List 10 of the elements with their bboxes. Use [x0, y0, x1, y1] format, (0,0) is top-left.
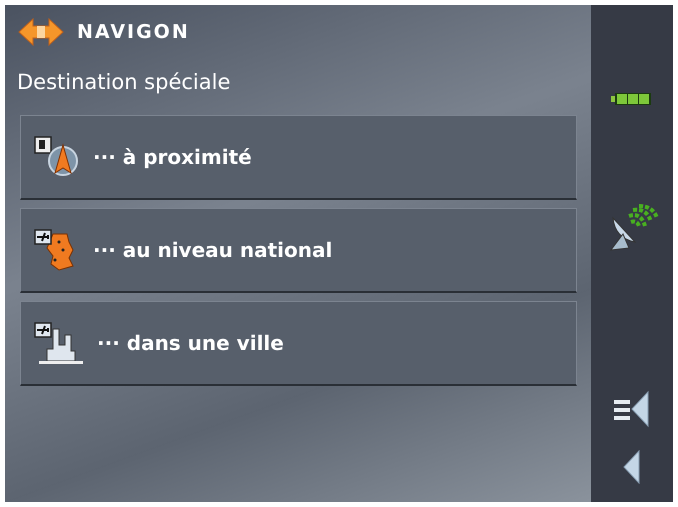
diamond-arrows-logo-icon [17, 17, 65, 47]
menu-item[interactable]: ··· au niveau national [20, 208, 577, 292]
battery-icon [611, 92, 653, 106]
brand-name: NAVIGON [77, 20, 190, 45]
plane-city-icon [33, 320, 85, 364]
page-title: Destination spéciale [16, 69, 232, 96]
menu-item[interactable]: ··· dans une ville [20, 300, 577, 386]
menu-item[interactable]: ··· à proximité [20, 114, 577, 200]
menu-back-icon[interactable] [614, 390, 650, 428]
back-arrow-icon[interactable] [623, 450, 641, 484]
